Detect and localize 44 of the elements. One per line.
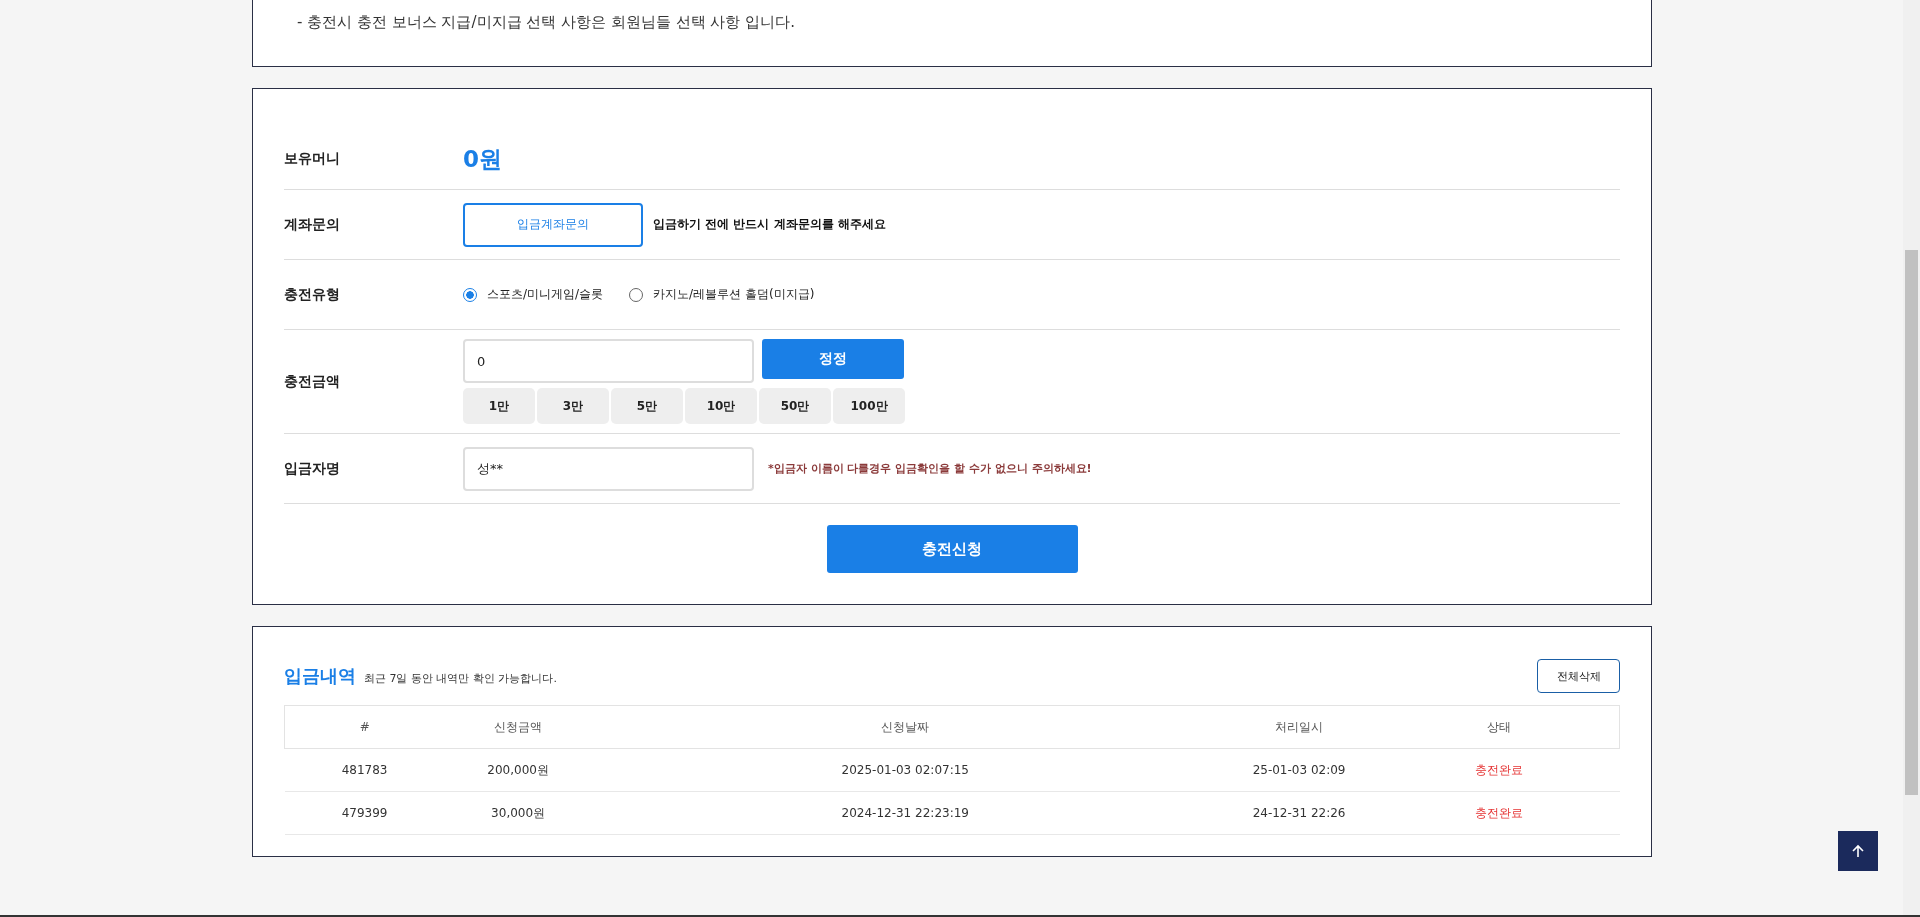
field-label: 충전금액 — [284, 372, 341, 391]
back-to-top-button[interactable] — [1838, 831, 1878, 871]
column-header: # — [284, 705, 445, 749]
scrollbar[interactable] — [1903, 0, 1920, 915]
table-cell: 479399 — [284, 791, 445, 835]
depositor-input-field[interactable]: 성** — [463, 446, 754, 491]
section-subtitle: 최근 7일 동안 내역만 확인 가능합니다. — [364, 671, 557, 686]
amount-preset-button[interactable]: 3만 — [537, 388, 609, 424]
table-cell: 30,000원 — [444, 791, 592, 835]
column-header: 신청날짜 — [591, 705, 1219, 749]
account-note: 입금하기 전에 반드시 계좌문의를 해주세요 — [653, 216, 886, 233]
table-cell: 2025-01-03 02:07:15 — [591, 748, 1219, 792]
arrow-up-icon — [1850, 843, 1866, 859]
amount-preset-button[interactable]: 1만 — [463, 388, 535, 424]
status-cell: 충전완료 — [1379, 748, 1620, 792]
radio-option[interactable]: 스포츠/미니게임/슬롯 — [463, 286, 604, 303]
notice-text: - 충전시 충전 보너스 지급/미지급 선택 사항은 회원님들 선택 사항 입니다. — [297, 13, 796, 32]
table-cell: 24-12-31 22:26 — [1218, 791, 1380, 835]
account-inquiry-button[interactable]: 입금계좌문의 — [463, 202, 643, 247]
amount-preset-button[interactable]: 10만 — [685, 388, 757, 424]
column-header: 신청금액 — [444, 705, 592, 749]
column-header: 처리일시 — [1218, 705, 1380, 749]
field-label: 보유머니 — [284, 150, 341, 168]
submit-button[interactable]: 충전신청 — [826, 525, 1078, 573]
field-label: 충전유형 — [284, 285, 341, 304]
table-cell: 481783 — [284, 748, 445, 792]
table-cell: 2024-12-31 22:23:19 — [591, 791, 1219, 835]
reset-button[interactable]: 정정 — [762, 339, 904, 379]
scrollbar-thumb[interactable] — [1905, 250, 1918, 795]
amount-input-field[interactable]: 0 — [463, 339, 754, 383]
balance-value: 0원 — [463, 144, 502, 174]
field-label: 입금자명 — [284, 459, 341, 478]
delete-all-button[interactable]: 전체삭제 — [1537, 659, 1620, 693]
section-title: 입금내역 — [284, 664, 356, 688]
amount-preset-button[interactable]: 100만 — [833, 388, 905, 424]
amount-preset-button[interactable]: 50만 — [759, 388, 831, 424]
table-cell: 25-01-03 02:09 — [1218, 748, 1380, 792]
column-header: 상태 — [1379, 705, 1620, 749]
field-label: 계좌문의 — [284, 215, 341, 234]
radio-label: 스포츠/미니게임/슬롯 — [487, 286, 604, 303]
table-cell: 200,000원 — [444, 748, 592, 792]
status-cell: 충전완료 — [1379, 791, 1620, 835]
amount-preset-button[interactable]: 5만 — [611, 388, 683, 424]
warning-text: *입금자 이름이 다를경우 입금확인을 할 수가 없으니 주의하세요! — [768, 461, 1092, 476]
